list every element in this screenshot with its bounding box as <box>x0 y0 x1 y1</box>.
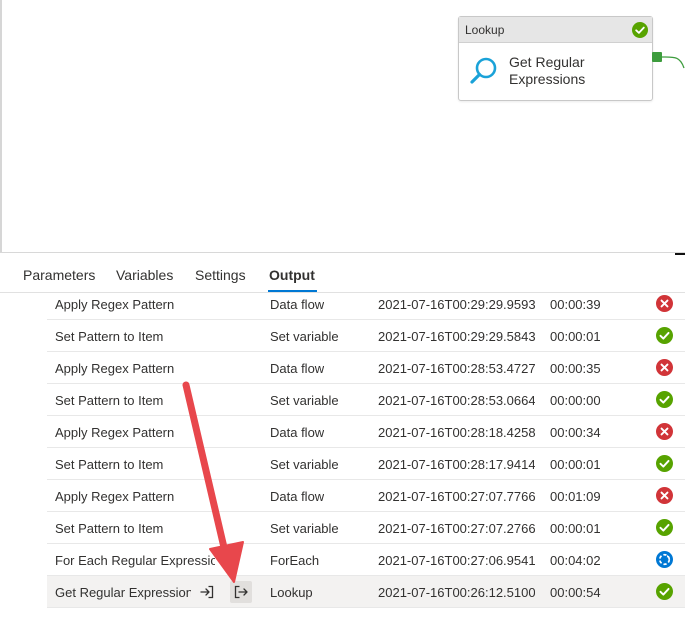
status-succeeded-icon <box>656 583 673 603</box>
duration-cell: 00:00:54 <box>550 585 601 600</box>
table-row[interactable]: Set Pattern to Item Set variable 2021-07-1… <box>47 448 685 480</box>
output-icon[interactable] <box>230 581 252 603</box>
activity-type-label: Lookup <box>465 22 505 37</box>
duration-cell: 00:01:09 <box>550 489 601 504</box>
table-row[interactable]: Set Pattern to Item Set variable 2021-07-1… <box>47 384 685 416</box>
table-row[interactable]: Apply Regex Pattern Data flow 2021-07-16T0… <box>47 416 685 448</box>
tab-output[interactable]: Output <box>269 267 315 283</box>
status-succeeded-icon <box>656 519 673 539</box>
table-row[interactable]: For Each Regular Expression ForEach 2021-0… <box>47 544 685 576</box>
run-start-cell: 2021-07-16T00:28:53.06647 <box>378 393 535 408</box>
duration-cell: 00:04:02 <box>550 553 601 568</box>
activity-name-cell: Set Pattern to Item <box>55 393 164 408</box>
activity-runs-table: Apply Regex Pattern Data flow 2021-07-16T0… <box>47 288 685 608</box>
duration-cell: 00:00:01 <box>550 329 601 344</box>
input-icon[interactable] <box>198 583 216 601</box>
lookup-activity-card[interactable]: Lookup Get Regular Expressions <box>458 16 653 101</box>
activity-name-cell: Set Pattern to Item <box>55 329 164 344</box>
properties-tabs: Parameters Variables Settings Output <box>0 253 685 293</box>
table-row[interactable]: Set Pattern to Item Set variable 2021-07-1… <box>47 512 685 544</box>
table-row[interactable]: Apply Regex Pattern Data flow 2021-07-16T0… <box>47 480 685 512</box>
activity-name-cell: Apply Regex Pattern <box>55 297 175 312</box>
activity-type-cell: ForEach <box>270 553 320 568</box>
activity-name: Get Regular Expressions <box>509 54 585 88</box>
activity-card-header: Lookup <box>459 17 652 43</box>
table-row[interactable]: Apply Regex Pattern Data flow 2021-07-16T0… <box>47 352 685 384</box>
status-succeeded-icon <box>656 327 673 347</box>
tab-parameters[interactable]: Parameters <box>23 267 95 283</box>
duration-cell: 00:00:35 <box>550 361 601 376</box>
table-row[interactable]: Apply Regex Pattern Data flow 2021-07-16T0… <box>47 288 685 320</box>
activity-type-cell: Data flow <box>270 361 325 376</box>
table-row[interactable]: Set Pattern to Item Set variable 2021-07-1… <box>47 320 685 352</box>
status-failed-icon <box>656 295 673 315</box>
duration-cell: 00:00:01 <box>550 457 601 472</box>
status-succeeded-icon <box>656 391 673 411</box>
tab-variables[interactable]: Variables <box>116 267 173 283</box>
run-start-cell: 2021-07-16T00:29:29.58433 <box>378 329 535 344</box>
connector-line <box>661 56 685 69</box>
activity-type-cell: Lookup <box>270 585 313 600</box>
run-start-cell: 2021-07-16T00:26:12.51003 <box>378 585 535 600</box>
activity-name-cell: Apply Regex Pattern <box>55 489 175 504</box>
table-row[interactable]: Get Regular Expressions Lookup 2021-07-16T… <box>47 576 685 608</box>
activity-type-cell: Set variable <box>270 457 339 472</box>
activity-type-cell: Set variable <box>270 393 339 408</box>
activity-name-cell: Get Regular Expressions <box>55 585 191 600</box>
activity-name-cell: Set Pattern to Item <box>55 457 164 472</box>
activity-type-cell: Set variable <box>270 329 339 344</box>
lookup-search-icon <box>469 56 499 91</box>
status-succeeded-icon <box>656 455 673 475</box>
tab-settings[interactable]: Settings <box>195 267 246 283</box>
status-failed-icon <box>656 423 673 443</box>
run-start-cell: 2021-07-16T00:28:18.42584 <box>378 425 535 440</box>
run-start-cell: 2021-07-16T00:27:06.95417 <box>378 553 535 568</box>
activity-name-line2: Expressions <box>509 71 586 87</box>
duration-cell: 00:00:00 <box>550 393 601 408</box>
activity-name-cell: Set Pattern to Item <box>55 521 164 536</box>
run-start-cell: 2021-07-16T00:28:17.94146 <box>378 457 535 472</box>
run-start-cell: 2021-07-16T00:27:07.27661 <box>378 521 535 536</box>
status-failed-icon <box>656 487 673 507</box>
activity-name-line1: Get Regular <box>509 54 585 70</box>
activity-type-cell: Data flow <box>270 489 325 504</box>
status-in-progress-icon <box>656 551 673 571</box>
activity-name-cell: Apply Regex Pattern <box>55 425 175 440</box>
activity-type-cell: Set variable <box>270 521 339 536</box>
activity-type-cell: Data flow <box>270 425 325 440</box>
activity-name-cell: For Each Regular Expression <box>55 553 215 568</box>
duration-cell: 00:00:01 <box>550 521 601 536</box>
run-start-cell: 2021-07-16T00:29:29.95939 <box>378 297 535 312</box>
success-check-icon <box>632 22 648 41</box>
run-start-cell: 2021-07-16T00:27:07.77662 <box>378 489 535 504</box>
activity-type-cell: Data flow <box>270 297 325 312</box>
status-failed-icon <box>656 359 673 379</box>
run-start-cell: 2021-07-16T00:28:53.47273 <box>378 361 535 376</box>
activity-name-cell: Apply Regex Pattern <box>55 361 175 376</box>
duration-cell: 00:00:39 <box>550 297 601 312</box>
duration-cell: 00:00:34 <box>550 425 601 440</box>
